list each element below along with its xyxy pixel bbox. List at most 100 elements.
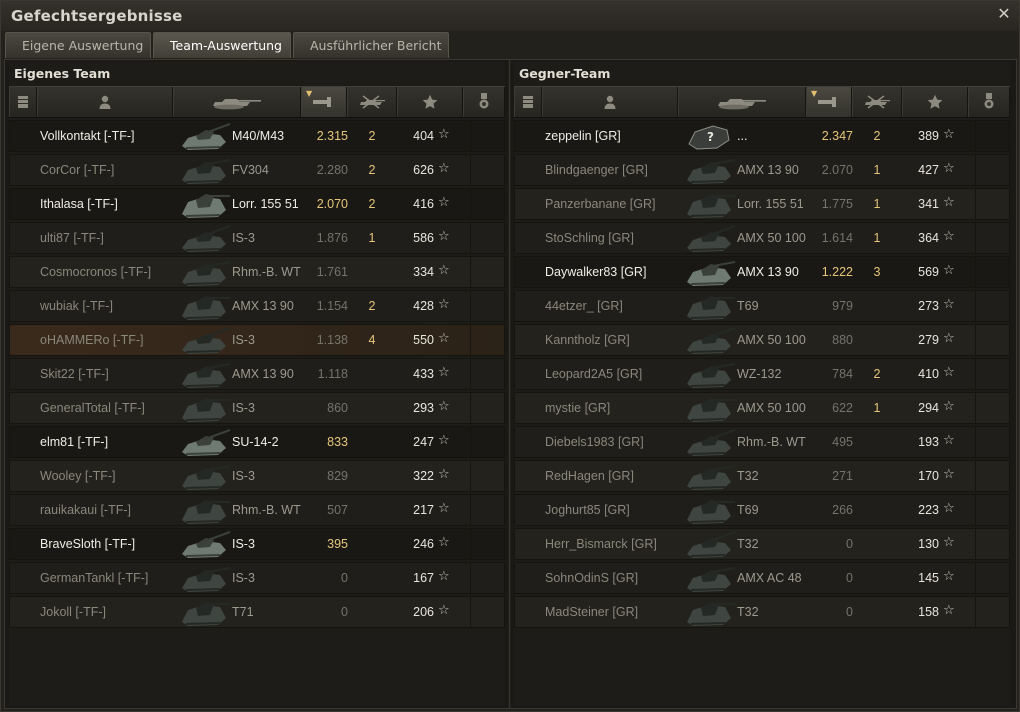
xp-star-icon: ☆ bbox=[438, 501, 450, 516]
column-header-platoon[interactable] bbox=[9, 87, 37, 117]
player-name: GeneralTotal [-TF-] bbox=[40, 401, 145, 415]
player-row[interactable]: Kanntholz [GR] AMX 50 100 880 279 ☆ bbox=[514, 324, 1010, 356]
tank-icon bbox=[178, 394, 232, 424]
xp-value: 247 bbox=[413, 435, 434, 449]
tank-name: T32 bbox=[737, 469, 759, 483]
tank-icon bbox=[178, 326, 232, 356]
damage-value: 395 bbox=[327, 537, 348, 551]
xp-star-icon: ☆ bbox=[943, 467, 955, 482]
tank-name: AMX 13 90 bbox=[737, 265, 799, 279]
tank-icon bbox=[683, 394, 737, 424]
column-header-kills[interactable] bbox=[347, 87, 397, 117]
xp-star-icon bbox=[927, 94, 943, 110]
player-name: GermanTankl [-TF-] bbox=[40, 571, 149, 585]
column-header-platoon[interactable] bbox=[514, 87, 542, 117]
player-row[interactable]: zeppelin [GR]?... 2.347 2 389 ☆ bbox=[514, 120, 1010, 152]
damage-value: 1.775 bbox=[821, 197, 853, 211]
kills-value: 4 bbox=[368, 333, 376, 347]
tab-own-evaluation[interactable]: Eigene Auswertung bbox=[5, 32, 151, 58]
xp-star-icon: ☆ bbox=[438, 569, 450, 584]
tank-icon bbox=[178, 292, 232, 322]
column-header-xp-star[interactable] bbox=[902, 87, 968, 117]
damage-value: 2.280 bbox=[316, 163, 348, 177]
player-row[interactable]: Diebels1983 [GR] Rhm.-B. WT 495 193 ☆ bbox=[514, 426, 1010, 458]
xp-value: 145 bbox=[918, 571, 939, 585]
column-header-tank[interactable] bbox=[678, 87, 806, 117]
medal-icon bbox=[478, 93, 490, 111]
damage-value: 833 bbox=[327, 435, 348, 449]
player-row[interactable]: SohnOdinS [GR] AMX AC 48 0 145 ☆ bbox=[514, 562, 1010, 594]
player-row[interactable]: Wooley [-TF-] IS-3 829 322 ☆ bbox=[9, 460, 505, 492]
column-separator bbox=[975, 393, 976, 423]
player-row[interactable]: Skit22 [-TF-] AMX 13 90 1.118 433 ☆ bbox=[9, 358, 505, 390]
player-row[interactable]: Cosmocronos [-TF-] Rhm.-B. WT 1.761 334 ☆ bbox=[9, 256, 505, 288]
xp-value: 158 bbox=[918, 605, 939, 619]
player-name: rauikakaui [-TF-] bbox=[40, 503, 131, 517]
player-row[interactable]: 44etzer_ [GR] T69 979 273 ☆ bbox=[514, 290, 1010, 322]
player-row[interactable]: CorCor [-TF-] FV304 2.280 2 626 ☆ bbox=[9, 154, 505, 186]
player-row[interactable]: GermanTankl [-TF-] IS-3 0 167 ☆ bbox=[9, 562, 505, 594]
damage-value: 271 bbox=[832, 469, 853, 483]
column-header-player[interactable] bbox=[37, 87, 173, 117]
tab-detailed-report[interactable]: Ausführlicher Bericht bbox=[293, 32, 449, 58]
player-row[interactable]: wubiak [-TF-] AMX 13 90 1.154 2 428 ☆ bbox=[9, 290, 505, 322]
player-row[interactable]: MadSteiner [GR] T32 0 158 ☆ bbox=[514, 596, 1010, 628]
player-row[interactable]: Ithalasa [-TF-] Lorr. 155 51 2.070 2 416 ☆ bbox=[9, 188, 505, 220]
xp-star-icon: ☆ bbox=[943, 195, 955, 210]
player-row[interactable]: Joghurt85 [GR] T69 266 223 ☆ bbox=[514, 494, 1010, 526]
tank-icon bbox=[178, 496, 232, 526]
player-row[interactable]: rauikakaui [-TF-] Rhm.-B. WT 507 217 ☆ bbox=[9, 494, 505, 526]
damage-icon bbox=[817, 95, 841, 109]
xp-value: 170 bbox=[918, 469, 939, 483]
player-row[interactable]: Panzerbanane [GR] Lorr. 155 51 1.775 1 341 ☆ bbox=[514, 188, 1010, 220]
column-header-tank[interactable] bbox=[173, 87, 301, 117]
player-row[interactable]: Vollkontakt [-TF-] M40/M43 2.315 2 404 ☆ bbox=[9, 120, 505, 152]
xp-star-icon: ☆ bbox=[438, 535, 450, 550]
player-name: StoSchling [GR] bbox=[545, 231, 634, 245]
player-row[interactable]: GeneralTotal [-TF-] IS-3 860 293 ☆ bbox=[9, 392, 505, 424]
player-row[interactable]: Herr_Bismarck [GR] T32 0 130 ☆ bbox=[514, 528, 1010, 560]
column-header-player[interactable] bbox=[542, 87, 678, 117]
tab-bar: Eigene Auswertung Team-Auswertung Ausfüh… bbox=[5, 32, 451, 59]
tank-name: IS-3 bbox=[232, 333, 255, 347]
xp-star-icon: ☆ bbox=[943, 501, 955, 516]
player-row[interactable]: Daywalker83 [GR] AMX 13 90 1.222 3 569 ☆ bbox=[514, 256, 1010, 288]
xp-star-icon: ☆ bbox=[943, 399, 955, 414]
column-header-medal[interactable] bbox=[463, 87, 505, 117]
player-row[interactable]: RedHagen [GR] T32 271 170 ☆ bbox=[514, 460, 1010, 492]
tab-team-evaluation[interactable]: Team-Auswertung bbox=[153, 32, 291, 58]
xp-value: 433 bbox=[413, 367, 434, 381]
column-header-damage[interactable]: ▼ bbox=[301, 87, 347, 117]
xp-value: 364 bbox=[918, 231, 939, 245]
column-header-damage[interactable]: ▼ bbox=[806, 87, 852, 117]
column-header-kills[interactable] bbox=[852, 87, 902, 117]
player-row[interactable]: elm81 [-TF-] SU-14-2 833 247 ☆ bbox=[9, 426, 505, 458]
damage-value: 495 bbox=[832, 435, 853, 449]
player-row[interactable]: ulti87 [-TF-] IS-3 1.876 1 586 ☆ bbox=[9, 222, 505, 254]
close-button[interactable]: ✕ bbox=[995, 5, 1013, 23]
player-row[interactable]: mystie [GR] AMX 50 100 622 1 294 ☆ bbox=[514, 392, 1010, 424]
player-row[interactable]: BraveSloth [-TF-] IS-3 395 246 ☆ bbox=[9, 528, 505, 560]
player-row[interactable]: Jokoll [-TF-] T71 0 206 ☆ bbox=[9, 596, 505, 628]
xp-star-icon: ☆ bbox=[943, 603, 955, 618]
player-row[interactable]: Blindgaenger [GR] AMX 13 90 2.070 1 427 ☆ bbox=[514, 154, 1010, 186]
player-row[interactable]: oHAMMERo [-TF-] IS-3 1.138 4 550 ☆ bbox=[9, 324, 505, 356]
damage-value: 0 bbox=[341, 605, 348, 619]
player-name: Joghurt85 [GR] bbox=[545, 503, 630, 517]
player-name: SohnOdinS [GR] bbox=[545, 571, 639, 585]
column-header-xp-star[interactable] bbox=[397, 87, 463, 117]
column-header-medal[interactable] bbox=[968, 87, 1010, 117]
player-row[interactable]: StoSchling [GR] AMX 50 100 1.614 1 364 ☆ bbox=[514, 222, 1010, 254]
column-separator bbox=[975, 427, 976, 457]
sort-arrow-icon: ▼ bbox=[306, 89, 313, 98]
player-name: Jokoll [-TF-] bbox=[40, 605, 106, 619]
damage-value: 0 bbox=[846, 605, 853, 619]
xp-star-icon: ☆ bbox=[943, 127, 955, 142]
xp-star-icon: ☆ bbox=[943, 331, 955, 346]
column-separator bbox=[470, 461, 471, 491]
kills-value: 2 bbox=[873, 129, 881, 143]
kills-value: 1 bbox=[873, 197, 881, 211]
player-row[interactable]: Leopard2A5 [GR] WZ-132 784 2 410 ☆ bbox=[514, 358, 1010, 390]
damage-value: 2.315 bbox=[316, 129, 348, 143]
tank-icon bbox=[178, 156, 232, 186]
